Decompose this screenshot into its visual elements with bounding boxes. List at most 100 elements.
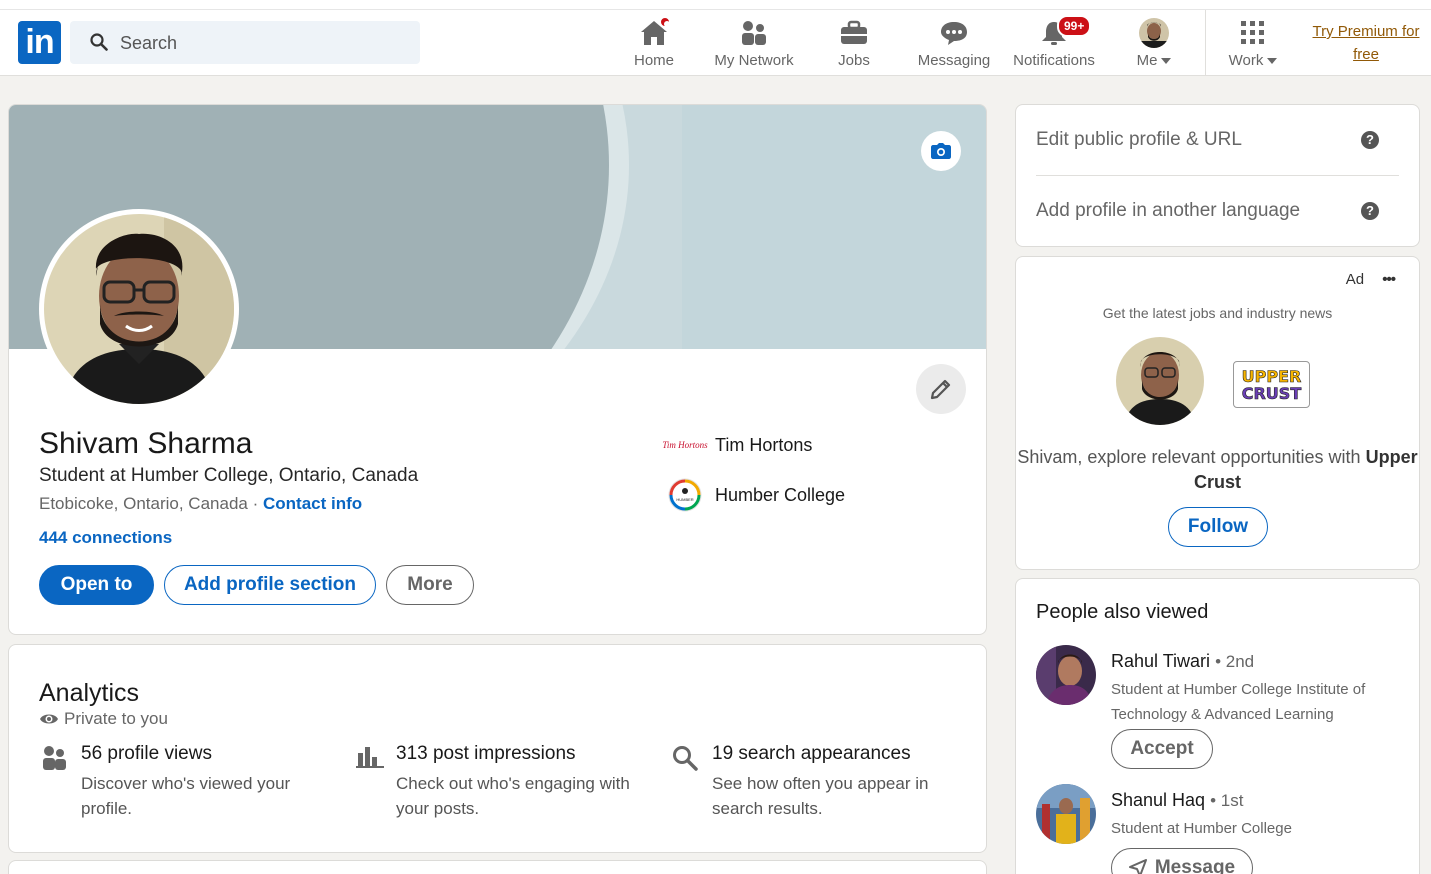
notifications-badge: 99+ bbox=[1057, 15, 1092, 37]
tim-hortons-logo: Tim Hortons bbox=[662, 427, 707, 463]
search-icon bbox=[672, 745, 698, 776]
education-humber-college[interactable]: HUMBER Humber College bbox=[667, 477, 845, 513]
location-separator: · bbox=[252, 494, 259, 513]
open-to-button[interactable]: Open to bbox=[39, 565, 154, 605]
nav-label: Messaging bbox=[917, 52, 991, 69]
stat-description: Discover who's viewed your profile. bbox=[81, 774, 291, 818]
premium-line2: free bbox=[1353, 46, 1379, 63]
profile-name: Shivam Sharma bbox=[39, 427, 253, 460]
bar-chart-icon bbox=[356, 745, 384, 774]
more-options-icon[interactable]: ••• bbox=[1382, 271, 1396, 288]
person-headline: Student at Humber College bbox=[1111, 820, 1292, 837]
logo-line2: CRUST bbox=[1241, 383, 1302, 403]
grid-icon bbox=[1203, 18, 1303, 48]
profile-headline: Student at Humber College, Ontario, Cana… bbox=[39, 465, 419, 486]
stat-title: 313 post impressions bbox=[396, 743, 576, 764]
messaging-icon bbox=[904, 18, 1004, 48]
private-to-you: Private to you bbox=[39, 709, 168, 729]
stat-title: 56 profile views bbox=[81, 743, 212, 764]
nav-item-home[interactable]: Home bbox=[604, 16, 704, 74]
profile-location: Etobicoke, Ontario, Canada bbox=[39, 494, 248, 513]
upper-crust-logo[interactable]: UPPER CRUST bbox=[1233, 361, 1310, 408]
experience-name: Tim Hortons bbox=[715, 434, 813, 455]
linkedin-logo[interactable]: in bbox=[18, 21, 61, 64]
chevron-down-icon bbox=[1161, 58, 1172, 65]
edit-intro-button[interactable] bbox=[916, 364, 966, 414]
stat-description: Check out who's engaging with your posts… bbox=[396, 774, 630, 818]
ad-card: Ad ••• Get the latest jobs and industry … bbox=[1015, 256, 1420, 570]
nav-label: Notifications bbox=[1013, 52, 1095, 69]
help-icon[interactable]: ? bbox=[1361, 202, 1379, 220]
nav-item-my-network[interactable]: My Network bbox=[704, 18, 804, 74]
nav-label: Home bbox=[633, 52, 674, 69]
edit-background-camera-button[interactable] bbox=[921, 131, 961, 171]
stat-title: 19 search appearances bbox=[712, 743, 911, 764]
help-icon[interactable]: ? bbox=[1361, 131, 1379, 149]
avatar bbox=[1036, 784, 1096, 844]
message-label: Message bbox=[1154, 857, 1236, 874]
profile-settings-card: Edit public profile & URL ? Add profile … bbox=[1015, 104, 1420, 247]
divider bbox=[1036, 175, 1399, 176]
profile-top-card: Shivam Sharma Student at Humber College,… bbox=[8, 104, 987, 635]
add-profile-section-button[interactable]: Add profile section bbox=[164, 565, 376, 605]
profile-photo[interactable] bbox=[39, 209, 239, 409]
edit-public-profile-label: Edit public profile & URL bbox=[1036, 129, 1242, 150]
analytics-title: Analytics bbox=[39, 679, 140, 707]
list-item[interactable]: Rahul Tiwari • 2nd Student at Humber Col… bbox=[1036, 645, 1406, 775]
ad-label: Ad bbox=[1345, 271, 1365, 288]
message-button[interactable]: Message bbox=[1111, 848, 1253, 874]
connection-degree: • 2nd bbox=[1215, 652, 1255, 671]
edit-public-profile-link[interactable]: Edit public profile & URL ? bbox=[1036, 129, 1399, 151]
nav-item-jobs[interactable]: Jobs bbox=[804, 18, 904, 74]
work-label: Work bbox=[1228, 52, 1264, 69]
nav-item-notifications[interactable]: 99+ Notifications bbox=[1004, 15, 1104, 74]
search-input[interactable]: Search bbox=[70, 21, 420, 64]
accept-button[interactable]: Accept bbox=[1111, 729, 1213, 769]
nav-item-me[interactable]: Me bbox=[1104, 18, 1204, 74]
people-icon bbox=[41, 745, 67, 776]
analytics-card: Analytics Private to you 56 profile view… bbox=[8, 644, 987, 853]
search-icon bbox=[90, 33, 108, 56]
person-name: Rahul Tiwari bbox=[1111, 651, 1211, 671]
nav-label: Jobs bbox=[838, 52, 870, 69]
briefcase-icon bbox=[804, 18, 904, 48]
global-nav: in Search Home My Network Jobs Messaging bbox=[0, 10, 1431, 76]
avatar bbox=[1036, 645, 1096, 705]
more-button[interactable]: More bbox=[386, 565, 474, 605]
bell-icon: 99+ bbox=[1004, 15, 1104, 48]
profile-location-line: Etobicoke, Ontario, Canada · Contact inf… bbox=[39, 494, 362, 514]
private-label: Private to you bbox=[64, 709, 168, 728]
network-icon bbox=[704, 18, 804, 48]
connection-degree: • 1st bbox=[1210, 791, 1244, 810]
contact-info-link[interactable]: Contact info bbox=[263, 494, 362, 513]
try-premium-link[interactable]: Try Premium for free bbox=[1306, 20, 1426, 66]
camera-icon bbox=[931, 143, 951, 159]
humber-logo-text: HUMBER bbox=[676, 497, 693, 502]
add-profile-language-link[interactable]: Add profile in another language ? bbox=[1036, 200, 1399, 222]
people-also-viewed-card: People also viewed Rahul Tiwari • 2nd St… bbox=[1015, 578, 1420, 874]
list-item[interactable]: Shanul Haq • 1st Student at Humber Colle… bbox=[1036, 784, 1406, 874]
experience-tim-hortons[interactable]: Tim Hortons Tim Hortons bbox=[662, 427, 813, 463]
home-notification-dot bbox=[659, 16, 671, 28]
eye-icon bbox=[40, 714, 58, 724]
chevron-down-icon bbox=[1267, 58, 1278, 65]
connections-link[interactable]: 444 connections bbox=[39, 528, 172, 548]
nav-label: Me bbox=[1104, 52, 1204, 69]
send-icon bbox=[1128, 859, 1147, 874]
people-also-viewed-title: People also viewed bbox=[1036, 601, 1209, 623]
premium-line1: Try Premium for bbox=[1312, 23, 1420, 40]
person-headline: Student at Humber College Institute of T… bbox=[1111, 681, 1366, 723]
ad-subtitle: Get the latest jobs and industry news bbox=[1102, 305, 1333, 321]
ad-text-prefix: Shivam, explore relevant opportunities w… bbox=[1017, 447, 1361, 467]
home-icon bbox=[604, 16, 704, 48]
nav-item-work[interactable]: Work bbox=[1203, 18, 1303, 74]
humber-college-logo: HUMBER bbox=[667, 477, 703, 513]
me-label: Me bbox=[1136, 52, 1158, 69]
search-placeholder: Search bbox=[120, 33, 178, 53]
stat-description: See how often you appear in search resul… bbox=[712, 774, 929, 818]
follow-button[interactable]: Follow bbox=[1168, 507, 1268, 547]
nav-label: My Network bbox=[714, 52, 794, 69]
nav-item-messaging[interactable]: Messaging bbox=[904, 18, 1004, 74]
browser-top-strip bbox=[0, 0, 1431, 10]
nav-label: Work bbox=[1203, 52, 1303, 69]
